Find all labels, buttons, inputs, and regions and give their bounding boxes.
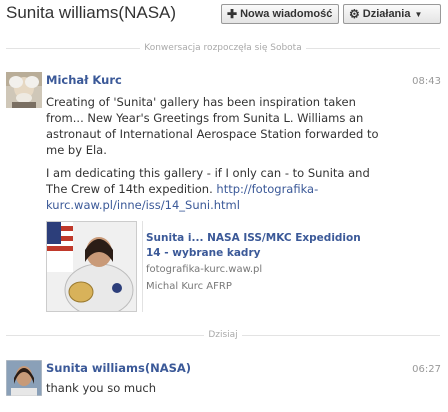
conversation-started-separator: Konwersacja rozpoczęła się Sobota	[6, 41, 440, 55]
new-message-button[interactable]: ✚ Nowa wiadomość	[221, 4, 339, 24]
message-text: I am dedicating this gallery - if I only…	[46, 166, 370, 196]
message-sender[interactable]: Sunita williams(NASA)	[46, 361, 191, 375]
attachment-author: Michal Kurc AFRP	[146, 281, 232, 292]
conversation-header: Sunita williams(NASA) ✚ Nowa wiadomość ⚙…	[0, 0, 448, 30]
message-text: thank you so much	[46, 381, 157, 395]
message-sender[interactable]: Michał Kurc	[46, 73, 122, 87]
plus-icon: ✚	[227, 7, 238, 21]
gear-icon: ⚙	[349, 7, 360, 21]
attachment-thumbnail[interactable]	[46, 221, 137, 312]
conversation-started-label: Konwersacja rozpoczęła się Sobota	[144, 43, 302, 53]
caret-down-icon: ▼	[414, 9, 423, 19]
actions-label: Działania	[362, 8, 411, 20]
message-paragraph: Creating of 'Sunita' gallery has been in…	[46, 95, 379, 157]
link-attachment[interactable]: Sunita i... NASA ISS/MKC Expedidion 14 -…	[46, 221, 382, 315]
avatar[interactable]	[6, 72, 42, 108]
message-time: 06:27	[412, 364, 441, 375]
today-label: Dzisiaj	[208, 330, 238, 340]
actions-button[interactable]: ⚙ Działania ▼	[343, 4, 441, 24]
attachment-divider	[142, 221, 143, 312]
new-message-label: Nowa wiadomość	[240, 8, 333, 20]
attachment-title[interactable]: Sunita i... NASA ISS/MKC Expedidion 14 -…	[146, 231, 376, 261]
attachment-domain: fotografika-kurc.waw.pl	[146, 264, 263, 275]
message-paragraph: I am dedicating this gallery - if I only…	[46, 165, 386, 213]
avatar[interactable]	[6, 360, 42, 396]
conversation-title: Sunita williams(NASA)	[6, 3, 177, 22]
message-time: 08:43	[412, 76, 441, 87]
today-separator: Dzisiaj	[6, 328, 440, 342]
